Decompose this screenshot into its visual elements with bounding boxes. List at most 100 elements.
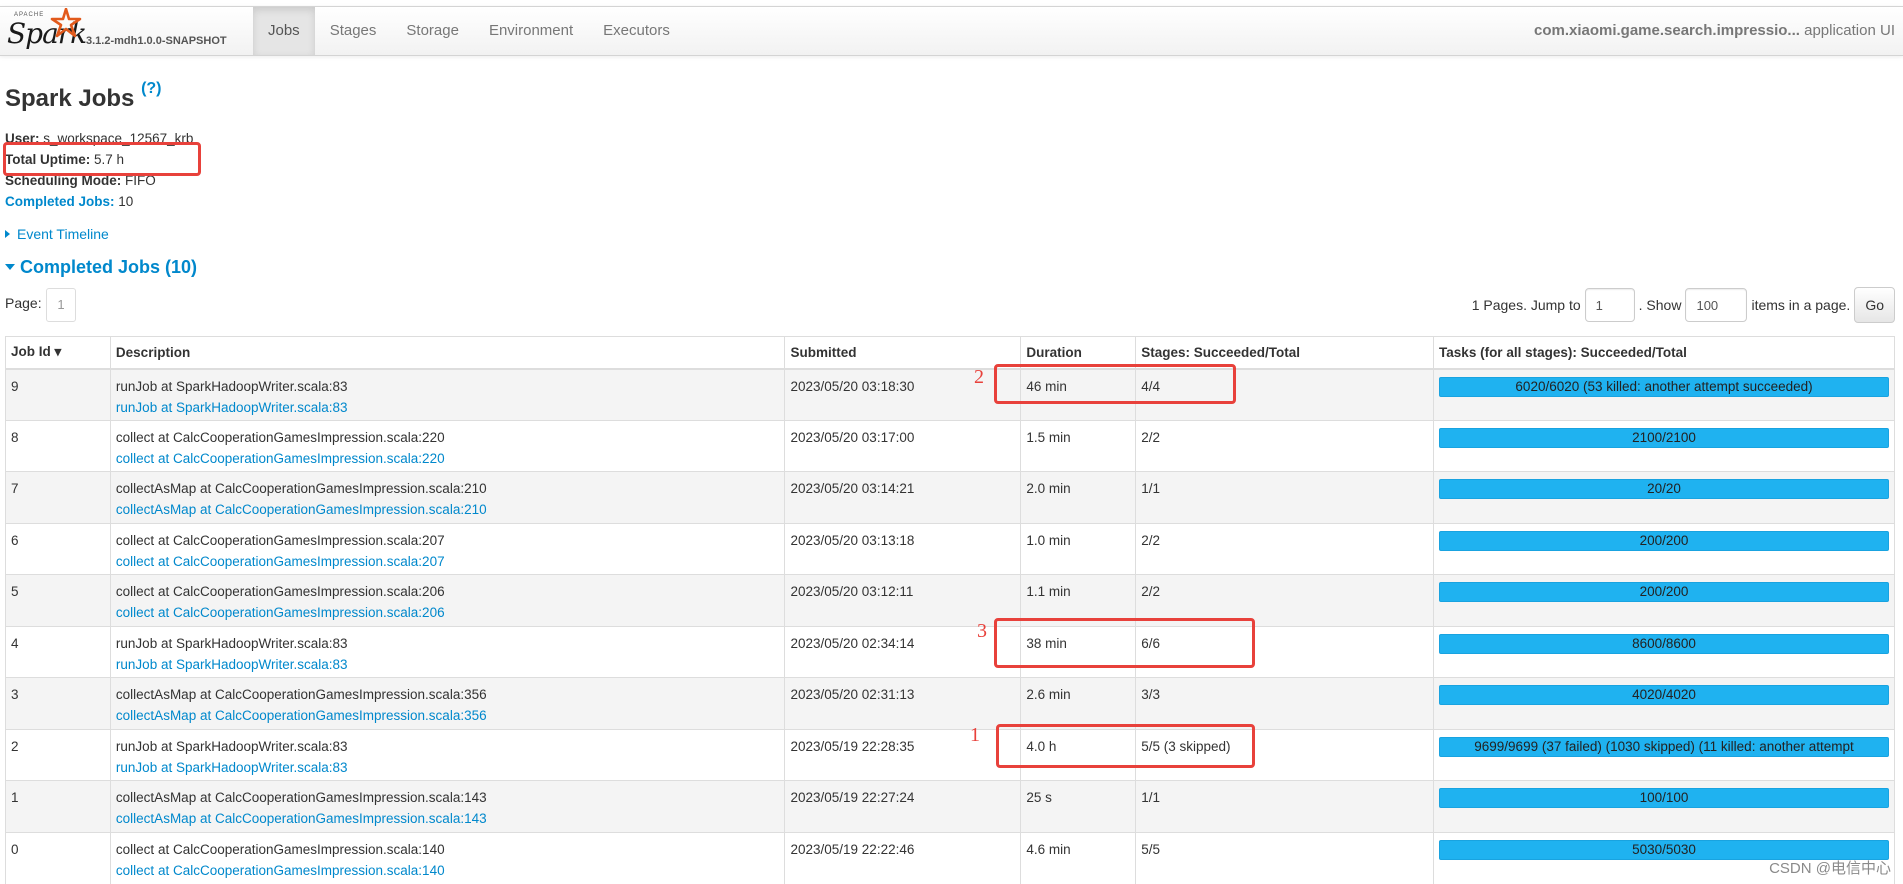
go-button[interactable]: Go	[1854, 287, 1895, 323]
submitted-time: 2023/05/19 22:27:24	[790, 790, 915, 805]
stages-count: 3/3	[1141, 687, 1161, 702]
tasks-progress-bar: 6020/6020 (53 killed: another attempt su…	[1439, 376, 1889, 397]
tasks-count: 200/200	[1639, 532, 1689, 548]
completed-jobs-title: Completed Jobs (10)	[20, 257, 198, 277]
submitted-time: 2023/05/20 02:34:14	[790, 635, 915, 651]
watermark: CSDN @电信中心	[1769, 860, 1891, 877]
job-detail-link[interactable]: collectAsMap at CalcCooperationGamesImpr…	[116, 808, 780, 829]
tasks-count: 100/100	[1639, 790, 1689, 805]
description-cell: collect at CalcCooperationGamesImpressio…	[109, 419, 786, 472]
job-detail-link[interactable]: collect at CalcCooperationGamesImpressio…	[116, 551, 780, 572]
description-cell: collectAsMap at CalcCooperationGamesImpr…	[109, 677, 786, 729]
tasks-progress-bar: 4020/4020	[1439, 685, 1889, 705]
page-size-input[interactable]	[1685, 288, 1748, 322]
job-id: 4	[11, 635, 19, 651]
submitted-time: 2023/05/20 03:18:30	[790, 378, 915, 394]
table-row: 3 collectAsMap at CalcCooperationGamesImp…	[5, 677, 1895, 729]
job-id-cell: 4	[5, 625, 111, 678]
stages-cell: 5/5	[1135, 831, 1435, 884]
table-row: 1 collectAsMap at CalcCooperationGamesImp…	[5, 780, 1895, 832]
stages-count: 1/1	[1141, 790, 1161, 805]
completed-jobs-table: Job Id ▾ Description Submitted Duration …	[5, 336, 1895, 884]
tab-storage[interactable]: Storage	[391, 7, 474, 55]
nav-tabs: Jobs Stages Storage Environment Executor…	[253, 7, 685, 55]
jump-to-page-input[interactable]	[1584, 288, 1635, 322]
show-text: . Show	[1638, 297, 1682, 313]
header-job-id[interactable]: Job Id ▾	[5, 336, 111, 370]
submitted-cell: 2023/05/19 22:27:24	[784, 780, 1022, 832]
job-id-cell: 1	[5, 780, 111, 832]
stages-count: 2/2	[1141, 584, 1161, 599]
table-row: 4 runJob at SparkHadoopWriter.scala:83 run…	[5, 625, 1895, 678]
page-title: Spark Jobs (?)	[5, 80, 162, 113]
tab-stages[interactable]: Stages	[315, 7, 392, 55]
job-description: collectAsMap at CalcCooperationGamesImpr…	[115, 790, 487, 805]
description-cell: runJob at SparkHadoopWriter.scala:83 runJ…	[109, 728, 786, 781]
submitted-time: 2023/05/20 03:17:00	[790, 429, 915, 445]
tab-environment[interactable]: Environment	[474, 7, 588, 55]
job-detail-link[interactable]: collectAsMap at CalcCooperationGamesImpr…	[116, 705, 780, 726]
items-text: items in a page.	[1751, 297, 1851, 313]
table-row: 5 collect at CalcCooperationGamesImpressi…	[5, 574, 1895, 626]
tab-executors[interactable]: Executors	[588, 7, 685, 55]
job-detail-link[interactable]: collect at CalcCooperationGamesImpressio…	[116, 448, 780, 469]
page-navigation-form: 1 Pages. Jump to . Show items in a page.…	[1472, 287, 1895, 323]
job-id: 7	[11, 481, 19, 496]
submitted-cell: 2023/05/19 22:28:35	[784, 728, 1022, 781]
job-duration: 25 s	[1026, 790, 1052, 805]
spark-version: 3.1.2-mdh1.0.0-SNAPSHOT	[86, 35, 227, 47]
description-cell: collectAsMap at CalcCooperationGamesImpr…	[109, 471, 786, 523]
job-detail-link[interactable]: runJob at SparkHadoopWriter.scala:83	[116, 397, 780, 418]
annotation-box-job2	[996, 724, 1255, 768]
triangle-right-icon	[5, 230, 10, 238]
tab-jobs[interactable]: Jobs	[253, 7, 315, 55]
duration-cell: 1.0 min	[1020, 522, 1137, 575]
submitted-time: 2023/05/20 03:13:18	[790, 532, 915, 548]
header-description[interactable]: Description	[109, 336, 786, 370]
tasks-cell: 8600/8600	[1433, 625, 1895, 678]
job-detail-link[interactable]: runJob at SparkHadoopWriter.scala:83	[116, 654, 780, 675]
event-timeline-toggle[interactable]: Event Timeline	[5, 226, 109, 242]
page-number-1[interactable]: 1	[46, 288, 76, 322]
tasks-progress-bar: 200/200	[1439, 582, 1889, 602]
job-description: runJob at SparkHadoopWriter.scala:83	[115, 635, 348, 651]
description-cell: runJob at SparkHadoopWriter.scala:83 runJ…	[109, 625, 786, 678]
job-id: 2	[11, 738, 19, 754]
completed-jobs-header[interactable]: Completed Jobs (10)	[5, 257, 197, 278]
job-detail-link[interactable]: collect at CalcCooperationGamesImpressio…	[116, 860, 780, 881]
table-row: 9 runJob at SparkHadoopWriter.scala:83 run…	[5, 368, 1895, 420]
submitted-cell: 2023/05/20 02:31:13	[784, 677, 1022, 729]
table-row: 7 collectAsMap at CalcCooperationGamesImp…	[5, 471, 1895, 523]
tasks-count: 6020/6020 (53 killed: another attempt su…	[1515, 378, 1813, 394]
completed-jobs-link[interactable]: Completed Jobs:	[5, 194, 115, 209]
stages-cell: 1/1	[1135, 471, 1435, 523]
description-cell: runJob at SparkHadoopWriter.scala:83 runJ…	[109, 368, 786, 420]
description-cell: collectAsMap at CalcCooperationGamesImpr…	[109, 780, 786, 832]
duration-cell: 4.6 min	[1020, 831, 1137, 884]
help-link[interactable]: (?)	[141, 80, 161, 97]
job-rows: 9 runJob at SparkHadoopWriter.scala:83 run…	[5, 368, 1895, 884]
job-detail-link[interactable]: collect at CalcCooperationGamesImpressio…	[116, 602, 780, 623]
header-submitted[interactable]: Submitted	[784, 336, 1022, 370]
tasks-cell: 4020/4020	[1433, 677, 1895, 729]
job-id: 3	[11, 687, 19, 702]
tasks-progress-bar: 9699/9699 (37 failed) (1030 skipped) (11…	[1439, 736, 1889, 757]
tasks-count: 4020/4020	[1632, 687, 1696, 702]
submitted-cell: 2023/05/19 22:22:46	[784, 831, 1022, 884]
job-id: 0	[11, 841, 19, 857]
job-duration: 1.5 min	[1026, 429, 1071, 445]
tasks-cell: 9699/9699 (37 failed) (1030 skipped) (11…	[1433, 728, 1895, 781]
job-description: collectAsMap at CalcCooperationGamesImpr…	[115, 687, 487, 702]
spark-logo[interactable]: APACHE Spark 3.1.2-mdh1.0.0-SNAPSHOT	[4, 7, 250, 57]
submitted-cell: 2023/05/20 03:17:00	[784, 419, 1022, 472]
triangle-down-icon	[5, 264, 15, 270]
job-detail-link[interactable]: collectAsMap at CalcCooperationGamesImpr…	[116, 499, 780, 520]
submitted-cell: 2023/05/20 03:13:18	[784, 522, 1022, 575]
stages-cell: 2/2	[1135, 419, 1435, 472]
job-id-cell: 9	[5, 368, 111, 420]
job-id: 8	[11, 429, 19, 445]
annotation-number-1: 1	[970, 724, 980, 746]
job-duration: 1.0 min	[1026, 532, 1071, 548]
job-detail-link[interactable]: runJob at SparkHadoopWriter.scala:83	[116, 757, 780, 778]
stages-cell: 3/3	[1135, 677, 1435, 729]
